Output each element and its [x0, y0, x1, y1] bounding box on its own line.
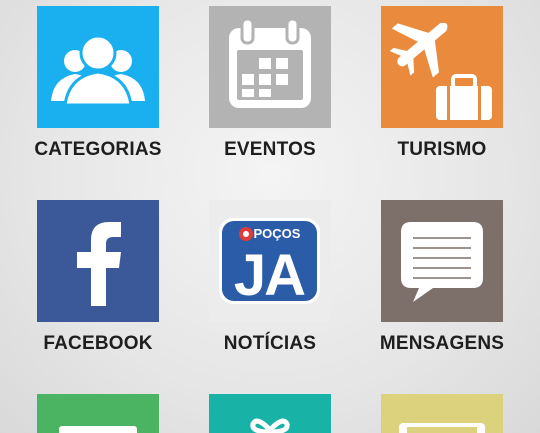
- facebook-tile[interactable]: [37, 200, 159, 322]
- gift-icon: [209, 394, 331, 433]
- pocos-ja-logo: POÇOS JA: [209, 200, 331, 322]
- facebook-label[interactable]: FACEBOOK: [12, 333, 184, 355]
- logo-top-text: POÇOS: [254, 226, 301, 241]
- row3-left-tile[interactable]: [37, 394, 159, 433]
- eventos-tile[interactable]: [209, 6, 331, 128]
- row3-right-tile[interactable]: [381, 394, 503, 433]
- people-group-icon: [37, 6, 159, 128]
- logo-main-text: JA: [234, 243, 305, 308]
- eventos-label[interactable]: EVENTOS: [184, 139, 356, 161]
- row3-middle-tile[interactable]: [209, 394, 331, 433]
- mensagens-label[interactable]: MENSAGENS: [356, 333, 528, 355]
- green-tile-icon: [37, 394, 159, 433]
- noticias-label[interactable]: NOTÍCIAS: [184, 333, 356, 355]
- categorias-label[interactable]: CATEGORIAS: [12, 139, 184, 161]
- calendar-icon: [209, 6, 331, 128]
- turismo-label[interactable]: TURISMO: [356, 139, 528, 161]
- mensagens-tile[interactable]: [381, 200, 503, 322]
- message-bubble-icon: [381, 200, 503, 322]
- airplane-suitcase-icon: [381, 6, 503, 128]
- facebook-icon: [37, 200, 159, 322]
- noticias-tile[interactable]: POÇOS JA: [209, 200, 331, 322]
- turismo-tile[interactable]: [381, 6, 503, 128]
- card-icon: [381, 394, 503, 433]
- categorias-tile[interactable]: [37, 6, 159, 128]
